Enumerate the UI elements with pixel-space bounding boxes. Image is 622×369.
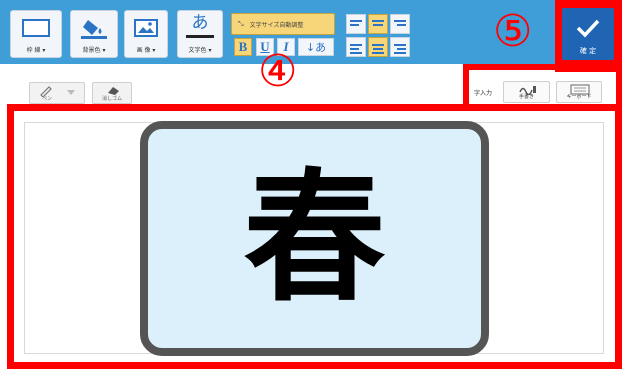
image-button[interactable]: 画 像 ▾	[124, 10, 168, 58]
autosize-label: 文字サイズ自動調整	[249, 21, 304, 29]
align-top-right-button[interactable]	[390, 14, 410, 34]
check-icon	[576, 19, 600, 38]
pen-button[interactable]: ペン	[29, 82, 85, 104]
confirm-label: 確 定	[579, 47, 597, 55]
background-color-button[interactable]: 背景色 ▾	[70, 10, 118, 58]
confirm-button[interactable]: 確 定	[562, 8, 614, 60]
align-top-left-button[interactable]	[346, 14, 366, 34]
text-color-label: 文字色 ▾	[188, 47, 212, 54]
frame-line-label: 枠 線 ▾	[26, 47, 46, 54]
expand-icon: ⤡	[238, 19, 244, 28]
text-color-glyph: あ	[191, 13, 209, 33]
autosize-button[interactable]: ⤡ 文字サイズ自動調整	[231, 13, 335, 35]
text-color-button[interactable]: あ 文字色 ▾	[177, 10, 223, 58]
chevron-down-icon	[67, 90, 75, 95]
eraser-label: 消しゴム	[101, 96, 122, 102]
image-icon	[134, 19, 158, 37]
align-middle-center-button[interactable]	[368, 37, 388, 57]
card-character: 春	[243, 155, 386, 321]
pen-label: ペン	[41, 96, 52, 102]
vertical-text-button[interactable]: ↓あ	[298, 38, 334, 56]
step-5-marker: ⑤	[493, 6, 533, 57]
text-color-swatch	[186, 35, 214, 38]
eraser-button[interactable]: 消しゴム	[92, 82, 132, 104]
align-middle-right-button[interactable]	[390, 37, 410, 57]
align-top-center-button[interactable]	[368, 14, 388, 34]
character-card[interactable]: 春	[140, 121, 489, 356]
image-label: 画 像 ▾	[136, 47, 156, 54]
paint-bucket-icon	[81, 20, 107, 39]
background-color-label: 背景色 ▾	[82, 47, 106, 54]
frame-line-button[interactable]: 枠 線 ▾	[10, 10, 62, 58]
align-middle-left-button[interactable]	[346, 37, 366, 57]
step-4-marker: ④	[258, 46, 298, 97]
bold-button[interactable]: B	[234, 38, 252, 56]
frame-line-icon	[22, 19, 50, 37]
